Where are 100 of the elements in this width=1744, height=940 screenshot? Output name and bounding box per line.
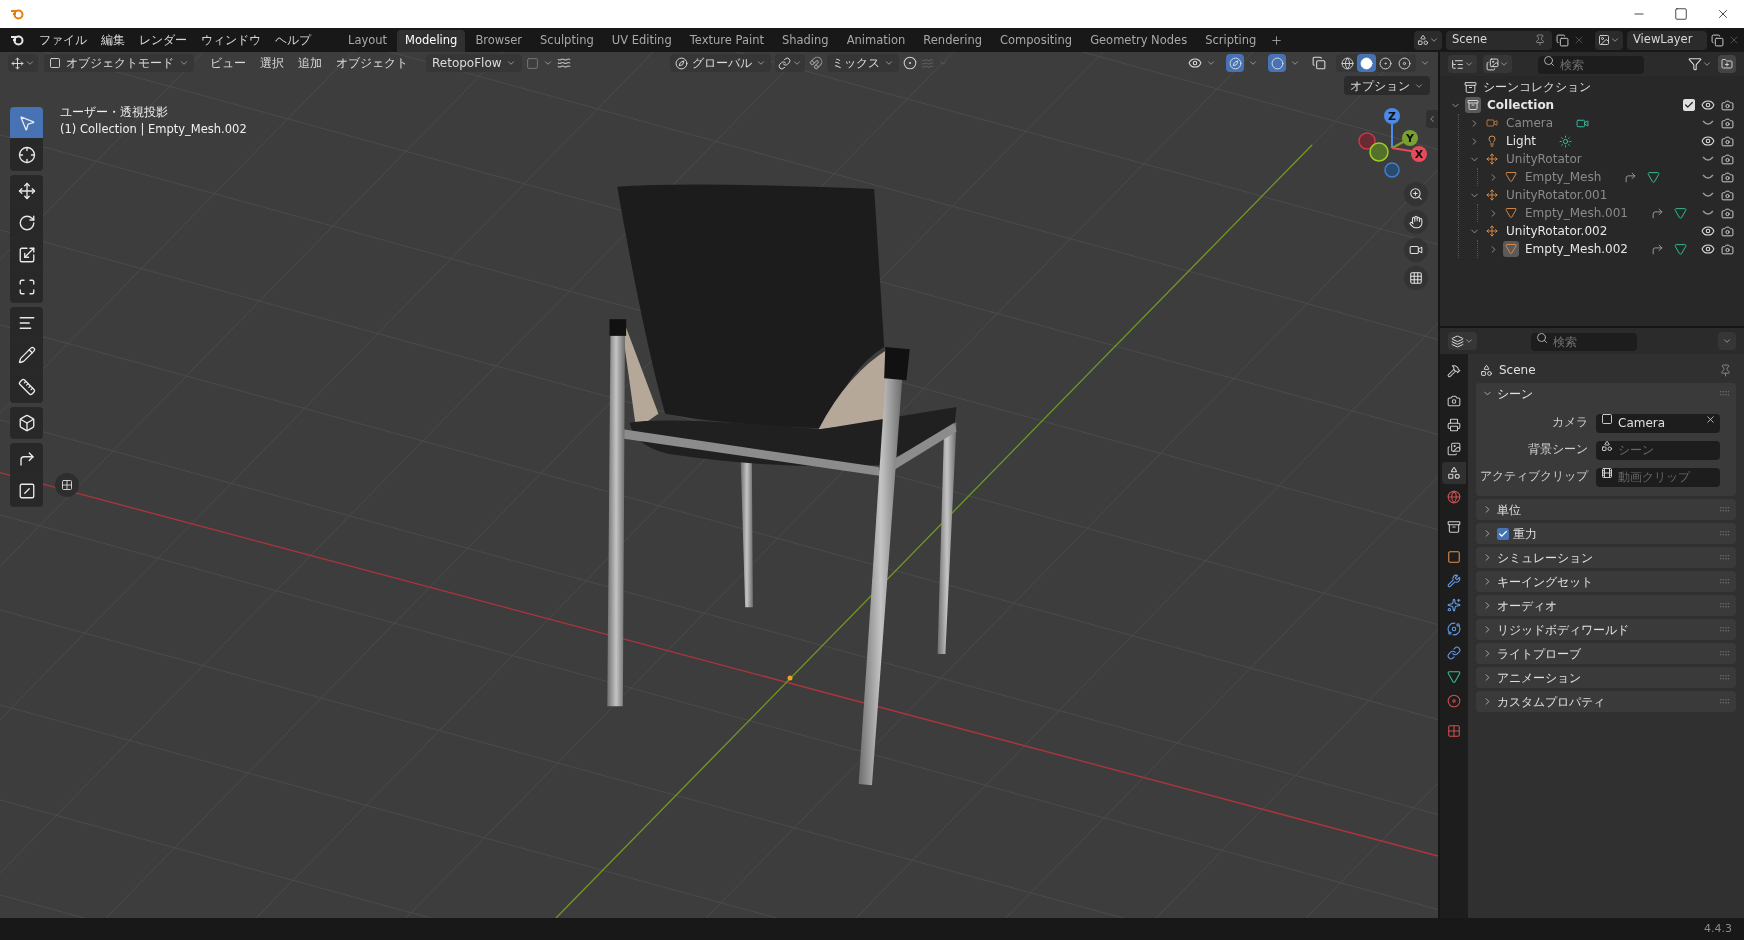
tree-item-label[interactable]: Empty_Mesh.001 [1525, 204, 1628, 222]
menu-item[interactable]: 選択 [254, 54, 290, 72]
tree-item-label[interactable]: Empty_Mesh [1525, 168, 1602, 186]
workspace-tab[interactable]: Sculpting [532, 30, 602, 52]
add-workspace-icon[interactable] [1270, 33, 1284, 47]
panel-title[interactable]: シミュレーション [1497, 548, 1593, 567]
scene-collection-label[interactable]: シーンコレクション [1483, 78, 1591, 96]
datablock-field[interactable]: 動画クリップ [1596, 467, 1720, 487]
workspace-tab[interactable]: Geometry Nodes [1082, 30, 1196, 52]
render-camera-icon[interactable] [1721, 224, 1734, 238]
duplicate-icon[interactable] [1556, 33, 1569, 47]
shading-mode-button[interactable] [1395, 54, 1414, 72]
panel-title[interactable]: オーディオ [1497, 596, 1557, 615]
search-field[interactable]: 検索 [1531, 333, 1637, 351]
pin-icon[interactable] [1719, 363, 1732, 377]
display-mode-button[interactable] [1448, 55, 1477, 73]
workspace-tab[interactable]: Animation [838, 30, 914, 52]
datablock-field[interactable]: シーン [1596, 440, 1720, 460]
menu-item[interactable]: ウィンドウ [194, 31, 268, 49]
proportional-icon[interactable] [902, 56, 917, 70]
workspace-tab[interactable]: Texture Paint [681, 30, 772, 52]
camera-view-button[interactable] [1404, 238, 1428, 262]
filter-view-button[interactable] [1483, 55, 1512, 73]
view-layer-type-button[interactable] [1595, 30, 1623, 50]
workspace-tab[interactable]: Browser [467, 30, 530, 52]
editor-type-button[interactable] [8, 54, 38, 72]
pan-button[interactable] [1404, 210, 1428, 234]
panel-title[interactable]: 重力 [1513, 524, 1537, 543]
hidden-eye-icon[interactable] [1701, 154, 1715, 164]
xray-icon[interactable] [1312, 56, 1326, 70]
drag-handle-icon[interactable] [1720, 578, 1730, 585]
drag-handle-icon[interactable] [1720, 602, 1730, 609]
workspace-tab[interactable]: Shading [773, 30, 837, 52]
tree-item-label[interactable]: UnityRotator.001 [1506, 186, 1608, 204]
scene-field[interactable]: Scene [1446, 30, 1552, 50]
panel-title[interactable]: 単位 [1497, 500, 1521, 519]
hidden-eye-icon[interactable] [1701, 118, 1715, 128]
workspace-tab[interactable]: Scripting [1197, 30, 1265, 52]
orientation-dropdown[interactable]: グローバル [669, 54, 771, 72]
tool-button[interactable] [10, 271, 43, 303]
datablock-field[interactable]: Camera [1596, 413, 1720, 433]
render-camera-icon[interactable] [1721, 116, 1734, 130]
pivot-button[interactable] [774, 54, 805, 72]
mode-dropdown[interactable]: オブジェクトモード [44, 54, 194, 72]
checkbox[interactable] [1683, 99, 1695, 111]
panel-title[interactable]: シーン [1497, 384, 1533, 403]
duplicate-icon[interactable] [1711, 33, 1724, 47]
panel-title[interactable]: キーイングセット [1497, 572, 1593, 591]
hidden-eye-icon[interactable] [1701, 208, 1715, 218]
view-layer-field[interactable]: ViewLayer [1627, 30, 1707, 50]
eye-icon[interactable] [1701, 242, 1715, 256]
curves-icon[interactable] [556, 56, 571, 70]
tool-button[interactable] [10, 407, 43, 439]
drag-handle-icon[interactable] [1720, 626, 1730, 633]
menu-item[interactable]: 編集 [94, 31, 132, 49]
eye-icon[interactable] [1701, 134, 1715, 148]
checkbox[interactable] [1497, 527, 1509, 540]
search-field[interactable]: 検索 [1538, 56, 1644, 74]
axis-gizmo-drawing[interactable] [1358, 108, 1427, 178]
render-camera-icon[interactable] [1721, 152, 1734, 166]
checker-toggle-button[interactable] [55, 473, 79, 497]
shading-mode-button[interactable] [1376, 54, 1395, 72]
drag-handle-icon[interactable] [1720, 506, 1730, 513]
eye-icon[interactable] [1701, 98, 1715, 112]
tree-item-label[interactable]: Light [1506, 132, 1536, 150]
clear-icon[interactable] [1705, 414, 1716, 425]
menu-item[interactable]: ヘルプ [268, 31, 318, 49]
new-collection-button[interactable] [1718, 55, 1736, 73]
render-camera-icon[interactable] [1721, 170, 1734, 184]
properties-tab[interactable] [1442, 462, 1466, 484]
tree-item-label[interactable]: Empty_Mesh.002 [1525, 240, 1628, 258]
tool-button[interactable] [10, 175, 43, 207]
tree-item-label[interactable]: UnityRotator.002 [1506, 222, 1608, 240]
render-camera-icon[interactable] [1721, 134, 1734, 148]
menu-item[interactable]: ファイル [32, 31, 94, 49]
addon-dropdown[interactable]: RetopoFlow [426, 54, 522, 72]
shading-mode-button[interactable] [1357, 54, 1376, 72]
menu-item[interactable]: 追加 [292, 54, 328, 72]
tool-button[interactable] [10, 139, 43, 171]
menu-item[interactable]: レンダー [132, 31, 194, 49]
menu-item[interactable]: ビュー [204, 54, 252, 72]
panel-title[interactable]: ライトプローブ [1497, 644, 1581, 663]
panel-title[interactable]: リジッドボディワールド [1497, 620, 1629, 639]
tool-button[interactable] [10, 107, 43, 139]
eye-icon[interactable] [1701, 224, 1715, 238]
zoom-button[interactable] [1404, 182, 1428, 206]
shading-mode-button[interactable] [1338, 54, 1357, 72]
panel-title[interactable]: アニメーション [1497, 668, 1581, 687]
drag-handle-icon[interactable] [1720, 530, 1730, 537]
render-camera-icon[interactable] [1721, 206, 1734, 220]
magnet-icon[interactable] [808, 56, 823, 70]
options-dropdown[interactable]: オプション [1344, 76, 1430, 95]
tool-button[interactable] [10, 475, 43, 507]
drag-handle-icon[interactable] [1720, 674, 1730, 681]
overlay-toggle[interactable] [1268, 54, 1286, 72]
render-camera-icon[interactable] [1721, 242, 1734, 256]
render-camera-icon[interactable] [1721, 98, 1734, 112]
hidden-eye-icon[interactable] [1701, 172, 1715, 182]
drag-handle-icon[interactable] [1720, 698, 1730, 705]
tree-item-label[interactable]: Collection [1487, 96, 1555, 114]
